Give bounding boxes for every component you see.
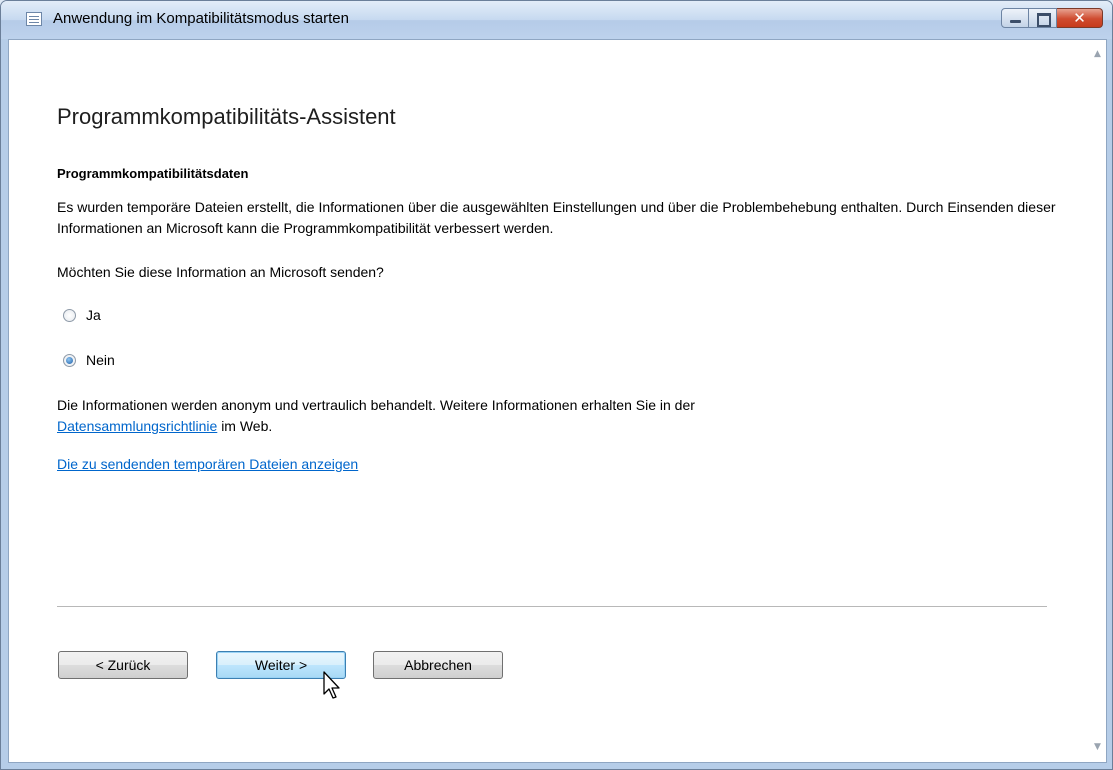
back-button[interactable]: < Zurück <box>58 651 188 679</box>
dialog-content: ▲ ▼ Programmkompatibilitäts-Assistent Pr… <box>8 39 1107 763</box>
app-icon <box>26 12 42 26</box>
radio-label-ja: Ja <box>86 307 101 323</box>
title-bar[interactable]: Anwendung im Kompatibilitätsmodus starte… <box>1 1 1112 39</box>
page-heading: Programmkompatibilitäts-Assistent <box>57 104 396 129</box>
section-title: Programmkompatibilitätsdaten <box>57 166 249 181</box>
privacy-policy-link[interactable]: Datensammlungsrichtlinie <box>57 418 217 434</box>
radio-button-nein[interactable] <box>63 353 76 367</box>
close-button[interactable]: ✕ <box>1057 8 1103 28</box>
minimize-button[interactable] <box>1001 8 1029 28</box>
radio-label-nein: Nein <box>86 352 115 368</box>
question-text: Möchten Sie diese Information an Microso… <box>57 264 384 280</box>
mouse-cursor-icon <box>323 671 340 699</box>
radio-button-ja[interactable] <box>63 308 76 322</box>
minimize-icon <box>1010 20 1021 23</box>
privacy-text-before: Die Informationen werden anonym und vert… <box>57 397 695 413</box>
close-icon: ✕ <box>1073 9 1086 27</box>
radio-option-ja[interactable]: Ja <box>63 307 101 323</box>
dialog-window: Anwendung im Kompatibilitätsmodus starte… <box>0 0 1113 770</box>
show-temp-files-link[interactable]: Die zu sendenden temporären Dateien anze… <box>57 456 358 472</box>
maximize-button[interactable] <box>1029 8 1057 28</box>
intro-text: Es wurden temporäre Dateien erstellt, di… <box>57 199 1056 236</box>
radio-option-nein[interactable]: Nein <box>63 352 115 368</box>
show-files-row: Die zu sendenden temporären Dateien anze… <box>57 454 1057 475</box>
window-title: Anwendung im Kompatibilitätsmodus starte… <box>53 10 349 27</box>
vertical-scrollbar[interactable]: ▲ ▼ <box>1089 40 1106 762</box>
cancel-button[interactable]: Abbrechen <box>373 651 503 679</box>
caption-buttons: ✕ <box>1001 8 1103 28</box>
privacy-text: Die Informationen werden anonym und vert… <box>57 395 1057 437</box>
scroll-up-icon[interactable]: ▲ <box>1089 46 1106 63</box>
divider <box>57 606 1047 607</box>
scroll-down-icon[interactable]: ▼ <box>1089 739 1106 756</box>
privacy-text-after: im Web. <box>221 418 273 434</box>
maximize-icon <box>1037 13 1051 27</box>
